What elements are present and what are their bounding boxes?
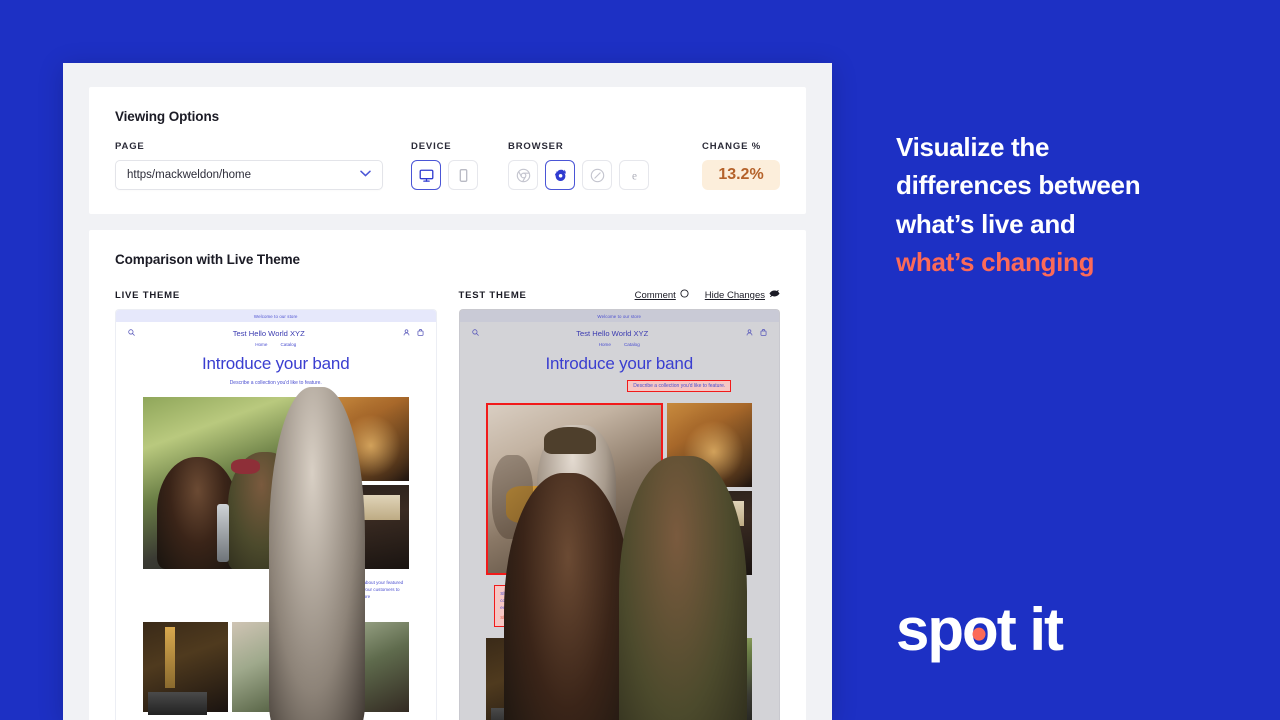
edge-icon: e (627, 168, 642, 183)
chrome-icon (516, 168, 531, 183)
firefox-icon (553, 168, 568, 183)
test-theme-preview[interactable]: Welcome to our store Test Hello World XY… (458, 309, 780, 720)
panel-title-viewing-options: Viewing Options (115, 109, 220, 124)
page-select[interactable]: https/mackweldon/home (115, 160, 383, 190)
safari-icon (590, 168, 605, 183)
search-icon[interactable] (471, 329, 479, 338)
store-nav-links: Home Catalog (116, 342, 436, 347)
logo-text-part-3: t it (996, 596, 1064, 663)
hero-title: Introduce your band (202, 354, 350, 373)
announcement-bar: Welcome to our store (459, 310, 779, 322)
bottom-image-singers (504, 455, 753, 720)
store-nav-link-catalog[interactable]: Catalog (280, 342, 296, 347)
browser-option-safari[interactable] (582, 160, 612, 190)
device-options (411, 160, 478, 190)
test-theme-header: TEST THEME Comment Hide Changes (459, 289, 781, 301)
device-label: DEVICE (411, 141, 452, 152)
logo-dot-icon (972, 627, 986, 641)
page-select-value: https/mackweldon/home (127, 169, 252, 181)
comment-bubble-icon (680, 289, 689, 301)
change-label: CHANGE % (702, 141, 762, 152)
change-percent-badge: 13.2% (702, 160, 780, 190)
device-control-group: DEVICE (411, 141, 478, 190)
hero-subtitle-diff: Describe a collection you'd like to feat… (627, 380, 732, 392)
comment-button-label: Comment (634, 289, 676, 301)
test-theme-label: TEST THEME (458, 289, 527, 301)
store-nav-links: Home Catalog (460, 342, 780, 347)
announcement-bar: Welcome to our store (116, 310, 436, 322)
bottom-image-guitar (142, 622, 228, 716)
headline-line-4-accent: what’s changing (896, 247, 1095, 278)
hero-subtitle-wrap: Describe a collection you'd like to feat… (116, 380, 436, 386)
browser-option-edge[interactable]: e (619, 160, 649, 190)
live-theme-header: LIVE THEME (115, 289, 437, 301)
store-nav-link-home[interactable]: Home (599, 342, 611, 347)
hero-subtitle-wrap: Describe a collection you'd like to feat… (460, 380, 780, 392)
store-nav-right-icons (403, 328, 424, 338)
viewing-options-controls: PAGE https/mackweldon/home DEVICE BROWSE… (115, 141, 780, 190)
marketing-headline: Visualize the differences between what’s… (896, 128, 1226, 282)
store-title: Test Hello World XYZ (232, 329, 305, 338)
hero-subtitle: Describe a collection you'd like to feat… (229, 380, 322, 386)
store-nav-link-catalog[interactable]: Catalog (624, 342, 640, 347)
logo-o-wrap: o (962, 600, 999, 660)
browser-options: e (508, 160, 649, 190)
device-option-mobile[interactable] (448, 160, 478, 190)
phone-icon (456, 168, 471, 183)
panel-title-comparison: Comparison with Live Theme (115, 252, 300, 267)
store-nav: Test Hello World XYZ (116, 322, 436, 338)
hide-changes-button[interactable]: Hide Changes (705, 289, 780, 301)
bottom-image-grid (460, 455, 780, 720)
headline-line-2: differences between (896, 170, 1141, 201)
comment-button[interactable]: Comment (635, 289, 689, 301)
marketing-panel: Visualize the differences between what’s… (896, 0, 1280, 720)
browser-option-firefox[interactable] (545, 160, 575, 190)
svg-text:e: e (632, 170, 637, 182)
hero-title: Introduce your band (545, 354, 694, 373)
bottom-image-trumpet (231, 387, 409, 720)
logo-text-part-1: sp (896, 596, 964, 663)
user-icon[interactable] (403, 329, 410, 338)
user-icon[interactable] (746, 329, 753, 338)
browser-control-group: BROWSER e (508, 141, 649, 190)
viewing-options-card: Viewing Options PAGE https/mackweldon/ho… (89, 87, 806, 214)
app-window: Viewing Options PAGE https/mackweldon/ho… (63, 63, 832, 720)
theme-header-actions: Comment Hide Changes (635, 289, 780, 301)
bottom-image-grid (116, 387, 436, 720)
theme-previews: Welcome to our store Test Hello World XY… (115, 309, 780, 720)
headline-line-1: Visualize the (896, 132, 1050, 162)
store-title: Test Hello World XYZ (576, 329, 649, 338)
eye-slash-icon (769, 289, 780, 301)
chevron-down-icon (360, 170, 371, 180)
search-icon[interactable] (128, 329, 135, 338)
monitor-icon (419, 168, 434, 183)
page-label: PAGE (115, 141, 145, 152)
hide-changes-button-label: Hide Changes (704, 289, 765, 301)
live-theme-label: LIVE THEME (115, 289, 181, 301)
browser-option-chrome[interactable] (508, 160, 538, 190)
headline-line-3: what’s live and (896, 208, 1076, 239)
browser-label: BROWSER (508, 141, 564, 152)
device-option-desktop[interactable] (411, 160, 441, 190)
live-theme-preview[interactable]: Welcome to our store Test Hello World XY… (115, 309, 437, 720)
comparison-card: Comparison with Live Theme LIVE THEME TE… (89, 230, 806, 720)
store-nav: Test Hello World XYZ (460, 322, 780, 338)
store-nav-right-icons (746, 328, 767, 338)
bag-icon[interactable] (760, 328, 767, 338)
theme-headers: LIVE THEME TEST THEME Comment Hide Chang… (115, 289, 780, 301)
store-nav-link-home[interactable]: Home (255, 342, 267, 347)
page-control-group: PAGE https/mackweldon/home (115, 141, 383, 190)
spot-it-logo: sp o t it (896, 596, 1064, 663)
change-control-group: CHANGE % 13.2% (702, 141, 780, 190)
bag-icon[interactable] (417, 328, 424, 338)
